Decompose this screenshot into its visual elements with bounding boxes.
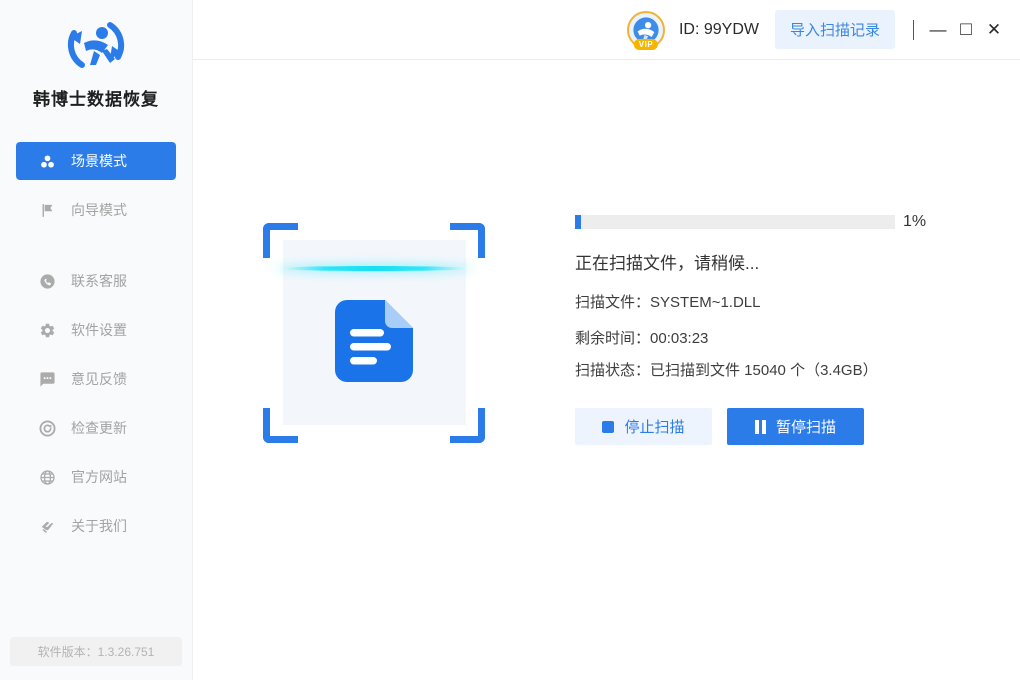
progress-bar [575,215,895,229]
gear-icon [39,322,56,339]
sidebar-nav: 场景模式 向导模式 联系客服 软件设置 意见反馈 [0,142,192,556]
progress-row: 1% [575,213,926,231]
topbar: VIP ID: 99YDW 导入扫描记录 — □ ✕ [193,0,1020,60]
sidebar-item-label: 检查更新 [71,418,127,438]
sidebar-item-official-site[interactable]: 官方网站 [16,458,176,496]
progress-percent: 1% [903,213,926,231]
sidebar-item-label: 场景模式 [71,151,127,171]
scan-status-panel: 1% 正在扫描文件，请稍候... 扫描文件：SYSTEM~1.DLL 剩余时间：… [575,213,945,513]
app-logo-icon [59,12,133,78]
sidebar-item-label: 向导模式 [71,200,127,220]
pause-icon [755,420,766,434]
app-title: 韩博士数据恢复 [33,85,159,110]
remaining-time-value: 00:03:23 [650,330,708,347]
sidebar-item-label: 官方网站 [71,467,127,487]
minimize-button[interactable]: — [924,15,952,45]
wizard-mode-icon [39,202,56,219]
sidebar-item-settings[interactable]: 软件设置 [16,311,176,349]
scan-status-title: 正在扫描文件，请稍候... [575,249,759,274]
remaining-time-line: 剩余时间：00:03:23 [575,327,708,348]
vip-badge: VIP [634,39,658,50]
feedback-chat-icon [39,371,56,388]
stop-icon [602,421,614,433]
pause-scan-button[interactable]: 暂停扫描 [727,408,864,445]
progress-fill [575,215,581,229]
sidebar-item-label: 意见反馈 [71,369,127,389]
stop-scan-button[interactable]: 停止扫描 [575,408,712,445]
nav-spacer [0,240,192,262]
sidebar-item-label: 软件设置 [71,320,127,340]
scan-content: 1% 正在扫描文件，请稍候... 扫描文件：SYSTEM~1.DLL 剩余时间：… [193,60,1020,680]
scene-mode-icon [39,153,56,170]
document-icon [335,300,413,387]
sidebar-item-about-us[interactable]: 关于我们 [16,507,176,545]
sidebar-item-label: 联系客服 [71,271,127,291]
scanning-file-value: SYSTEM~1.DLL [650,294,760,311]
globe-icon [39,469,56,486]
stop-scan-label: 停止扫描 [624,416,684,437]
sidebar-item-feedback[interactable]: 意见反馈 [16,360,176,398]
import-scan-records-button[interactable]: 导入扫描记录 [775,10,895,49]
sidebar-item-check-update[interactable]: 检查更新 [16,409,176,447]
scanning-file-label: 扫描文件： [575,294,650,311]
sidebar-item-label: 关于我们 [71,516,127,536]
scan-state-value: 已扫描到文件 15040 个（3.4GB） [650,362,878,379]
sidebar: 韩博士数据恢复 场景模式 向导模式 联系客服 软件设置 [0,0,193,680]
scan-buttons: 停止扫描 暂停扫描 [575,408,864,445]
sidebar-item-wizard-mode[interactable]: 向导模式 [16,191,176,229]
scan-animation [263,223,485,443]
scan-beam [277,266,471,271]
user-id-label: ID: 99YDW [679,21,759,39]
update-icon [39,420,56,437]
window-controls-separator [913,20,914,40]
remaining-time-label: 剩余时间： [575,330,650,347]
phone-icon [39,273,56,290]
sidebar-item-scene-mode[interactable]: 场景模式 [16,142,176,180]
scanning-file-line: 扫描文件：SYSTEM~1.DLL [575,291,760,312]
main-area: VIP ID: 99YDW 导入扫描记录 — □ ✕ [193,0,1020,680]
version-label: 软件版本：1.3.26.751 [10,637,182,666]
scan-state-line: 扫描状态：已扫描到文件 15040 个（3.4GB） [575,359,878,380]
scan-state-label: 扫描状态： [575,362,650,379]
handshake-icon [39,518,56,535]
close-button[interactable]: ✕ [980,15,1008,45]
maximize-button[interactable]: □ [952,15,980,45]
sidebar-item-contact-support[interactable]: 联系客服 [16,262,176,300]
user-avatar[interactable]: VIP [627,11,665,49]
pause-scan-label: 暂停扫描 [776,416,836,437]
